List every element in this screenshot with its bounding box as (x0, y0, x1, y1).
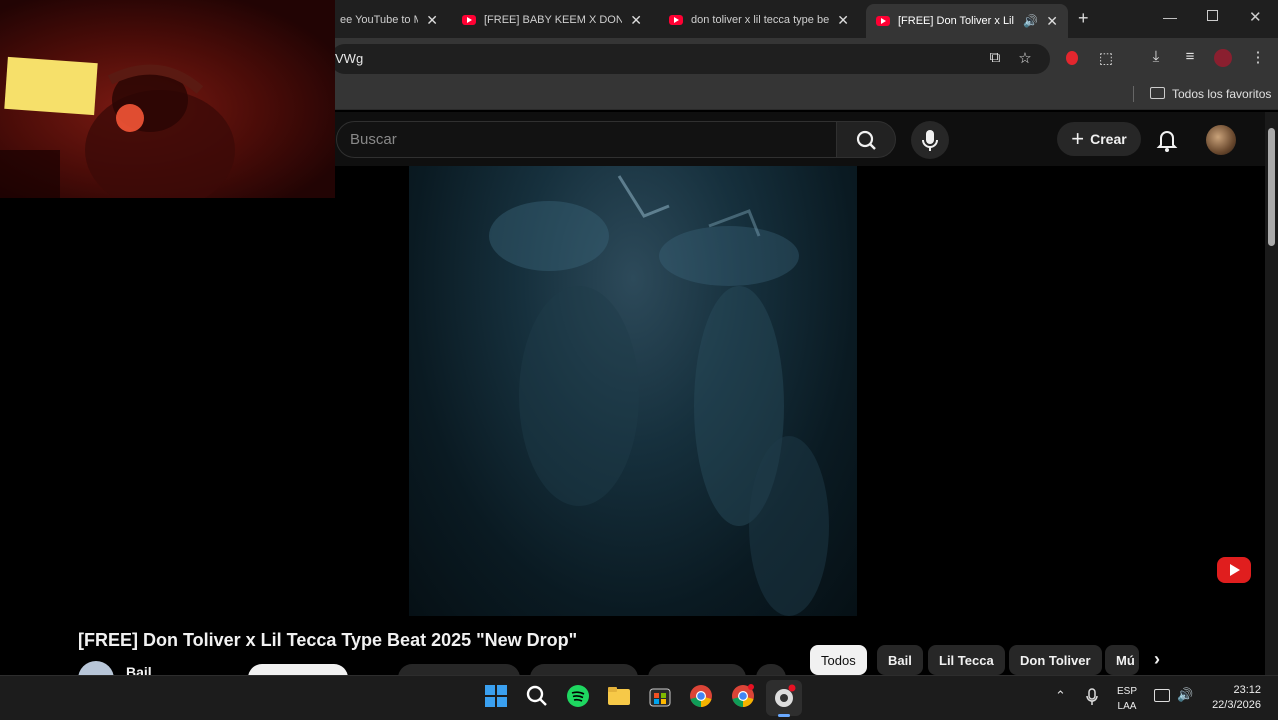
all-bookmarks-link[interactable]: Todos los favoritos (1172, 87, 1271, 101)
page-scrollbar[interactable] (1265, 112, 1278, 675)
chip-lil-tecca[interactable]: Lil Tecca (928, 645, 1005, 675)
tab-title: [FREE] Don Toliver x Lil Tecca (898, 15, 1017, 27)
language-code: ESP (1116, 686, 1137, 697)
chip-don-toliver[interactable]: Don Toliver (1009, 645, 1102, 675)
tab-title: [FREE] BABY KEEM X DON TOLIVER (484, 14, 623, 26)
obs-app-icon[interactable] (772, 684, 798, 710)
url-field[interactable] (330, 44, 1050, 74)
voice-search-button[interactable] (911, 121, 949, 159)
search-input[interactable]: Buscar (336, 121, 837, 158)
tab-title: ee YouTube to M (340, 14, 419, 26)
search-taskbar-icon[interactable] (525, 684, 551, 710)
file-explorer-icon[interactable] (607, 684, 633, 710)
create-label: Crear (1090, 131, 1127, 147)
chevron-up-icon[interactable]: ⌃ (1055, 688, 1066, 704)
url-text[interactable]: VWg (335, 51, 363, 66)
youtube-favicon-icon (669, 15, 683, 25)
media-controls-icon[interactable]: ≡ (1179, 48, 1201, 65)
youtube-favicon-icon (876, 16, 890, 26)
close-tab-icon[interactable]: ✕ (1046, 13, 1058, 30)
restore-button[interactable] (1207, 10, 1218, 21)
youtube-logo-watermark (1217, 557, 1251, 583)
store-icon[interactable] (648, 684, 674, 710)
microphone-tray-icon[interactable] (1085, 688, 1099, 711)
chip-bail[interactable]: Bail (877, 645, 923, 675)
video-title: [FREE] Don Toliver x Lil Tecca Type Beat… (78, 630, 578, 650)
browser-tab[interactable]: don toliver x lil tecca type beat ✕ (659, 6, 859, 34)
menu-dots-icon[interactable]: ⋮ (1247, 48, 1269, 66)
plus-icon: + (1071, 126, 1085, 151)
minimize-button[interactable]: — (1163, 9, 1177, 25)
create-button[interactable]: + Crear (1057, 122, 1141, 156)
close-tab-icon[interactable]: ✕ (630, 12, 642, 29)
clock[interactable]: 23:12 22/3/2026 (1204, 683, 1261, 713)
tab-title: don toliver x lil tecca type beat (691, 14, 830, 26)
close-tab-icon[interactable]: ✕ (426, 12, 438, 29)
bookmarks-divider (1133, 86, 1134, 102)
scrollbar-thumb[interactable] (1268, 128, 1275, 246)
chrome-icon[interactable] (689, 684, 715, 710)
video-frame-image (489, 175, 829, 616)
input-language-indicator[interactable]: ESP LAA (1116, 684, 1138, 714)
video-player[interactable] (409, 166, 857, 616)
keyboard-layout: LAA (1117, 701, 1137, 712)
clock-date: 22/3/2026 (1212, 699, 1261, 711)
bookmark-star-icon[interactable]: ☆ (1014, 49, 1036, 67)
webcam-overlay (0, 0, 335, 198)
webcam-image (0, 56, 235, 198)
folder-icon (1150, 87, 1165, 99)
network-icon[interactable] (1154, 689, 1170, 702)
close-tab-icon[interactable]: ✕ (837, 12, 849, 29)
search-icon (856, 130, 876, 150)
microphone-icon (922, 130, 938, 151)
close-window-button[interactable]: ✕ (1249, 8, 1262, 26)
browser-tab[interactable]: ee YouTube to M ✕ (330, 6, 448, 34)
chrome-profile-icon[interactable] (731, 684, 757, 710)
volume-icon[interactable]: 🔊 (1177, 687, 1193, 703)
bell-icon (1156, 131, 1178, 152)
speaker-icon[interactable]: 🔊 (1023, 14, 1038, 28)
account-avatar[interactable] (1206, 125, 1236, 155)
notifications-button[interactable] (1155, 127, 1179, 158)
search-placeholder: Buscar (350, 131, 397, 148)
browser-tab[interactable]: [FREE] BABY KEEM X DON TOLIVER ✕ (452, 6, 652, 34)
chip-todos[interactable]: Todos (810, 645, 867, 675)
spotify-icon[interactable] (566, 684, 592, 710)
install-app-icon[interactable]: ⧉ (984, 49, 1006, 66)
new-tab-button[interactable]: + (1078, 8, 1089, 29)
browser-tab-active[interactable]: [FREE] Don Toliver x Lil Tecca 🔊 ✕ (866, 4, 1068, 38)
download-icon[interactable]: ⤓ (1145, 48, 1167, 65)
chevron-right-icon[interactable]: › (1154, 649, 1160, 670)
chip-musica[interactable]: Mú (1105, 645, 1139, 675)
extension-icon[interactable] (1066, 51, 1078, 65)
clock-time: 23:12 (1233, 684, 1261, 696)
extensions-puzzle-icon[interactable]: ⬚ (1095, 49, 1117, 67)
windows-start-icon[interactable] (484, 684, 510, 710)
search-button[interactable] (836, 121, 896, 158)
youtube-favicon-icon (462, 15, 476, 25)
active-app-indicator (778, 714, 790, 717)
profile-avatar[interactable] (1214, 49, 1232, 67)
